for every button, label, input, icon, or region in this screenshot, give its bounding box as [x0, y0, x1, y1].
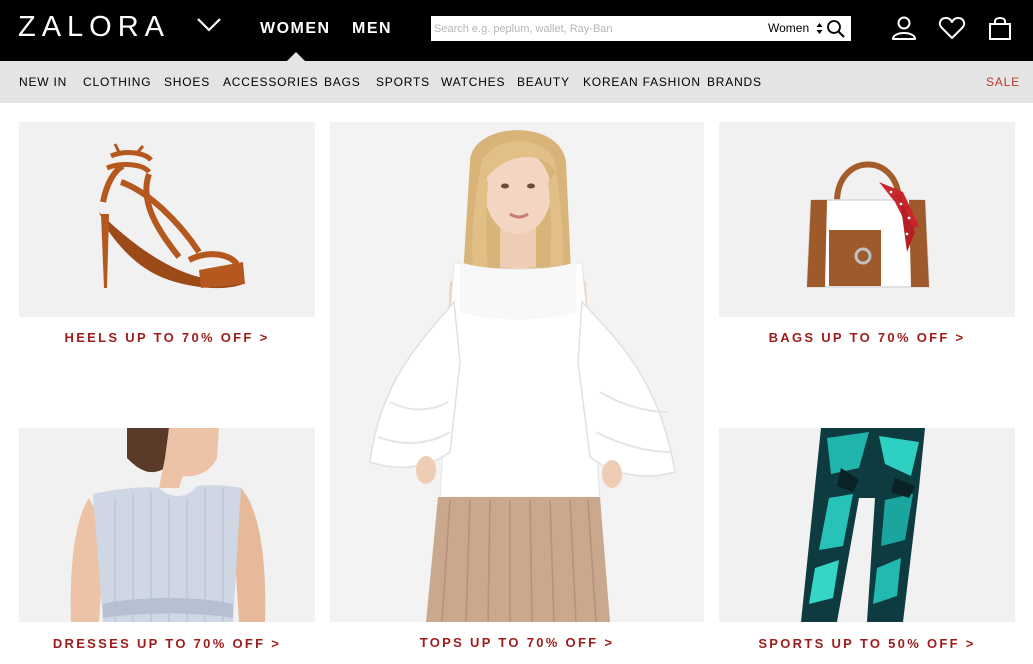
wishlist-heart-icon[interactable] [938, 14, 966, 42]
heel-sandal-illustration [99, 143, 245, 289]
active-tab-indicator [287, 52, 305, 61]
nav-item-watches[interactable]: WATCHES [441, 75, 505, 89]
top-header: ZALORA WOMEN MEN Women [0, 0, 1033, 61]
search-input[interactable] [434, 19, 754, 38]
nav-item-accessories[interactable]: ACCESSORIES [223, 75, 319, 89]
gender-tab-men[interactable]: MEN [352, 19, 392, 39]
model-striped-dress-illustration [70, 428, 266, 622]
nav-item-brands[interactable]: BRANDS [707, 75, 762, 89]
heels-promo-link[interactable]: HEELS UP TO 70% OFF > [19, 330, 315, 346]
sports-product-image[interactable] [719, 428, 1015, 622]
search-box: Women [431, 16, 851, 41]
nav-item-sale[interactable]: SALE [986, 75, 1020, 89]
tops-product-image[interactable] [330, 122, 704, 622]
nav-item-new-in[interactable]: NEW IN [19, 75, 67, 89]
category-nav: NEW IN CLOTHING SHOES ACCESSORIES BAGS S… [0, 61, 1033, 103]
handbag-illustration [806, 161, 930, 288]
teal-print-leggings-illustration [801, 428, 925, 622]
tops-promo-link[interactable]: TOPS UP TO 70% OFF > [330, 635, 704, 651]
zalora-logo[interactable]: ZALORA [18, 12, 170, 42]
nav-item-bags[interactable]: BAGS [324, 75, 361, 89]
heels-product-image[interactable] [19, 122, 315, 317]
sports-promo-link[interactable]: SPORTS UP TO 50% OFF > [719, 636, 1015, 652]
account-icon[interactable] [890, 14, 918, 42]
search-icon[interactable] [826, 19, 846, 39]
nav-item-beauty[interactable]: BEAUTY [517, 75, 570, 89]
chevron-down-icon[interactable] [196, 16, 222, 34]
nav-item-sports[interactable]: SPORTS [376, 75, 430, 89]
nav-item-korean-fashion[interactable]: KOREAN FASHION [583, 75, 701, 89]
model-white-top-illustration [369, 130, 676, 622]
shopping-bag-icon[interactable] [986, 14, 1014, 42]
bags-product-image[interactable] [719, 122, 1015, 317]
search-scope-select[interactable]: Women [768, 21, 809, 36]
bags-promo-link[interactable]: BAGS UP TO 70% OFF > [719, 330, 1015, 346]
dresses-product-image[interactable] [19, 428, 315, 622]
gender-tab-women[interactable]: WOMEN [260, 19, 331, 39]
dresses-promo-link[interactable]: DRESSES UP TO 70% OFF > [19, 636, 315, 652]
nav-item-clothing[interactable]: CLOTHING [83, 75, 151, 89]
select-arrows-icon[interactable] [816, 21, 823, 36]
nav-item-shoes[interactable]: SHOES [164, 75, 210, 89]
